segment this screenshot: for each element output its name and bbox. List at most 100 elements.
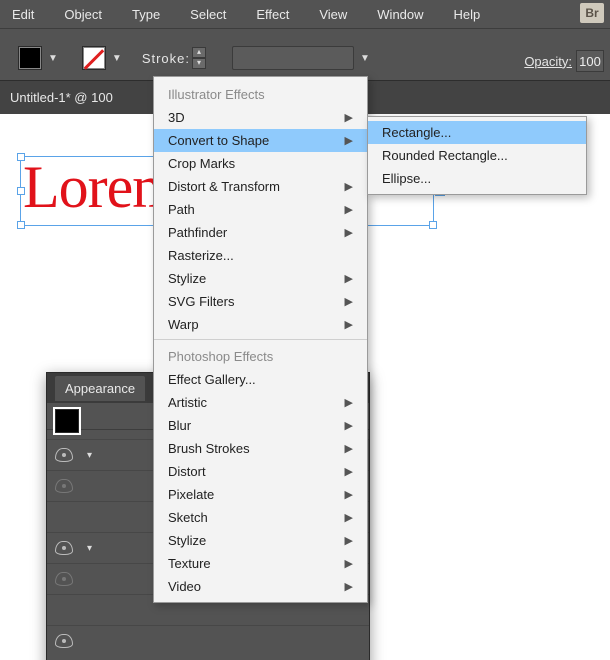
menu-item[interactable]: Rectangle... — [368, 121, 586, 144]
selection-handle[interactable] — [429, 221, 437, 229]
menu-item-label: Warp — [168, 317, 199, 332]
menu-item[interactable]: Blur▶ — [154, 414, 367, 437]
brush-definition-field[interactable] — [232, 46, 354, 70]
menu-item[interactable]: Distort & Transform ▶ — [154, 175, 367, 198]
submenu-arrow-icon: ▶ — [345, 488, 353, 501]
menu-item[interactable]: Distort ▶ — [154, 460, 367, 483]
menu-item-label: Rasterize... — [168, 248, 234, 263]
menu-item-label: Pixelate — [168, 487, 214, 502]
menu-item[interactable]: Artistic ▶ — [154, 391, 367, 414]
menu-item-label: Sketch — [168, 510, 208, 525]
menu-item[interactable]: Texture ▶ — [154, 552, 367, 575]
menu-item[interactable]: Pixelate ▶ — [154, 483, 367, 506]
chevron-down-icon[interactable]: ▾ — [87, 450, 92, 461]
fill-swatch-icon — [55, 409, 79, 433]
menu-item-label: Distort — [168, 464, 206, 479]
menu-item-label: Rounded Rectangle... — [382, 148, 508, 163]
menu-item-label: Stylize — [168, 271, 206, 286]
menu-item[interactable]: Video ▶ — [154, 575, 367, 598]
menu-select[interactable]: Select — [190, 7, 226, 22]
menu-object[interactable]: Object — [64, 7, 102, 22]
menu-item-label: Artistic — [168, 395, 207, 410]
eye-icon[interactable] — [55, 572, 73, 586]
submenu-arrow-icon: ▶ — [345, 442, 353, 455]
menu-item[interactable]: SVG Filters ▶ — [154, 290, 367, 313]
menu-item[interactable]: Effect Gallery... — [154, 368, 367, 391]
convert-to-shape-submenu: Rectangle... Rounded Rectangle... Ellipse.… — [367, 116, 587, 195]
menu-window[interactable]: Window — [377, 7, 423, 22]
submenu-arrow-icon: ▶ — [345, 557, 353, 570]
submenu-arrow-icon: ▶ — [345, 511, 353, 524]
menu-item[interactable]: Convert to Shape ▶ — [154, 129, 367, 152]
menu-item-label: Convert to Shape — [168, 133, 269, 148]
menu-effect[interactable]: Effect — [256, 7, 289, 22]
menu-item[interactable]: 3D▶ — [154, 106, 367, 129]
selection-handle[interactable] — [17, 187, 25, 195]
menu-item-label: Ellipse... — [382, 171, 431, 186]
opacity-label[interactable]: Opacity: — [524, 54, 572, 69]
submenu-arrow-icon: ▶ — [345, 396, 353, 409]
selection-handle[interactable] — [17, 153, 25, 161]
chevron-down-icon[interactable]: ▼ — [360, 53, 370, 64]
submenu-arrow-icon: ▶ — [345, 318, 353, 331]
submenu-arrow-icon: ▶ — [345, 534, 353, 547]
appearance-tab[interactable]: Appearance — [55, 376, 145, 401]
bridge-button[interactable]: Br — [580, 3, 604, 23]
menu-item-label: Effect Gallery... — [168, 372, 256, 387]
menu-item[interactable]: Ellipse... — [368, 167, 586, 190]
menu-item-label: SVG Filters — [168, 294, 234, 309]
chevron-down-icon[interactable]: ▼ — [48, 53, 58, 64]
eye-icon[interactable] — [55, 448, 73, 462]
submenu-arrow-icon: ▶ — [345, 111, 353, 124]
eye-icon[interactable] — [55, 634, 73, 648]
menu-type[interactable]: Type — [132, 7, 160, 22]
fill-swatch[interactable] — [18, 46, 42, 70]
menu-help[interactable]: Help — [454, 7, 481, 22]
options-bar: ▼ ▼ Stroke: ▴▾ ▼ Opacity: 100 — [0, 28, 610, 80]
menu-item[interactable]: Rounded Rectangle... — [368, 144, 586, 167]
submenu-arrow-icon: ▶ — [345, 419, 353, 432]
appearance-row[interactable] — [47, 625, 369, 656]
menu-item[interactable]: Stylize ▶ — [154, 529, 367, 552]
menu-bar: Edit Object Type Select Effect View Wind… — [0, 0, 610, 28]
submenu-arrow-icon: ▶ — [345, 272, 353, 285]
menu-item-label: Video — [168, 579, 201, 594]
opacity-value[interactable]: 100 — [576, 50, 604, 72]
menu-item[interactable]: Pathfinder▶ — [154, 221, 367, 244]
menu-item-label: Brush Strokes — [168, 441, 250, 456]
chevron-down-icon[interactable]: ▾ — [87, 543, 92, 554]
menu-header: Photoshop Effects — [154, 343, 367, 368]
submenu-arrow-icon: ▶ — [345, 295, 353, 308]
effect-menu: Illustrator Effects3D▶Convert to Shape▶C… — [153, 76, 368, 603]
eye-icon[interactable] — [55, 541, 73, 555]
selection-handle[interactable] — [17, 221, 25, 229]
stroke-weight-stepper[interactable]: ▴▾ — [192, 47, 206, 69]
submenu-arrow-icon: ▶ — [345, 465, 353, 478]
submenu-arrow-icon: ▶ — [345, 180, 353, 193]
menu-item-label: Stylize — [168, 533, 206, 548]
menu-item[interactable]: Stylize ▶ — [154, 267, 367, 290]
submenu-arrow-icon: ▶ — [345, 580, 353, 593]
menu-item[interactable]: Brush Strokes ▶ — [154, 437, 367, 460]
submenu-arrow-icon: ▶ — [345, 134, 353, 147]
menu-item-label: Texture — [168, 556, 211, 571]
menu-item[interactable]: Sketch ▶ — [154, 506, 367, 529]
menu-separator — [154, 339, 367, 340]
menu-edit[interactable]: Edit — [12, 7, 34, 22]
stroke-label: Stroke: — [142, 51, 190, 66]
menu-item[interactable]: Warp ▶ — [154, 313, 367, 336]
menu-item[interactable]: Crop Marks — [154, 152, 367, 175]
eye-icon[interactable] — [55, 479, 73, 493]
document-tab[interactable]: Untitled-1* @ 100 — [10, 90, 113, 105]
menu-item[interactable]: Path ▶ — [154, 198, 367, 221]
menu-item-label: Distort & Transform — [168, 179, 280, 194]
chevron-down-icon[interactable]: ▼ — [112, 53, 122, 64]
menu-header: Illustrator Effects — [154, 81, 367, 106]
stroke-swatch[interactable] — [82, 46, 106, 70]
menu-item[interactable]: Rasterize... — [154, 244, 367, 267]
submenu-arrow-icon: ▶ — [345, 226, 353, 239]
submenu-arrow-icon: ▶ — [345, 203, 353, 216]
menu-item-label: Crop Marks — [168, 156, 235, 171]
menu-item-label: Path — [168, 202, 195, 217]
menu-view[interactable]: View — [319, 7, 347, 22]
